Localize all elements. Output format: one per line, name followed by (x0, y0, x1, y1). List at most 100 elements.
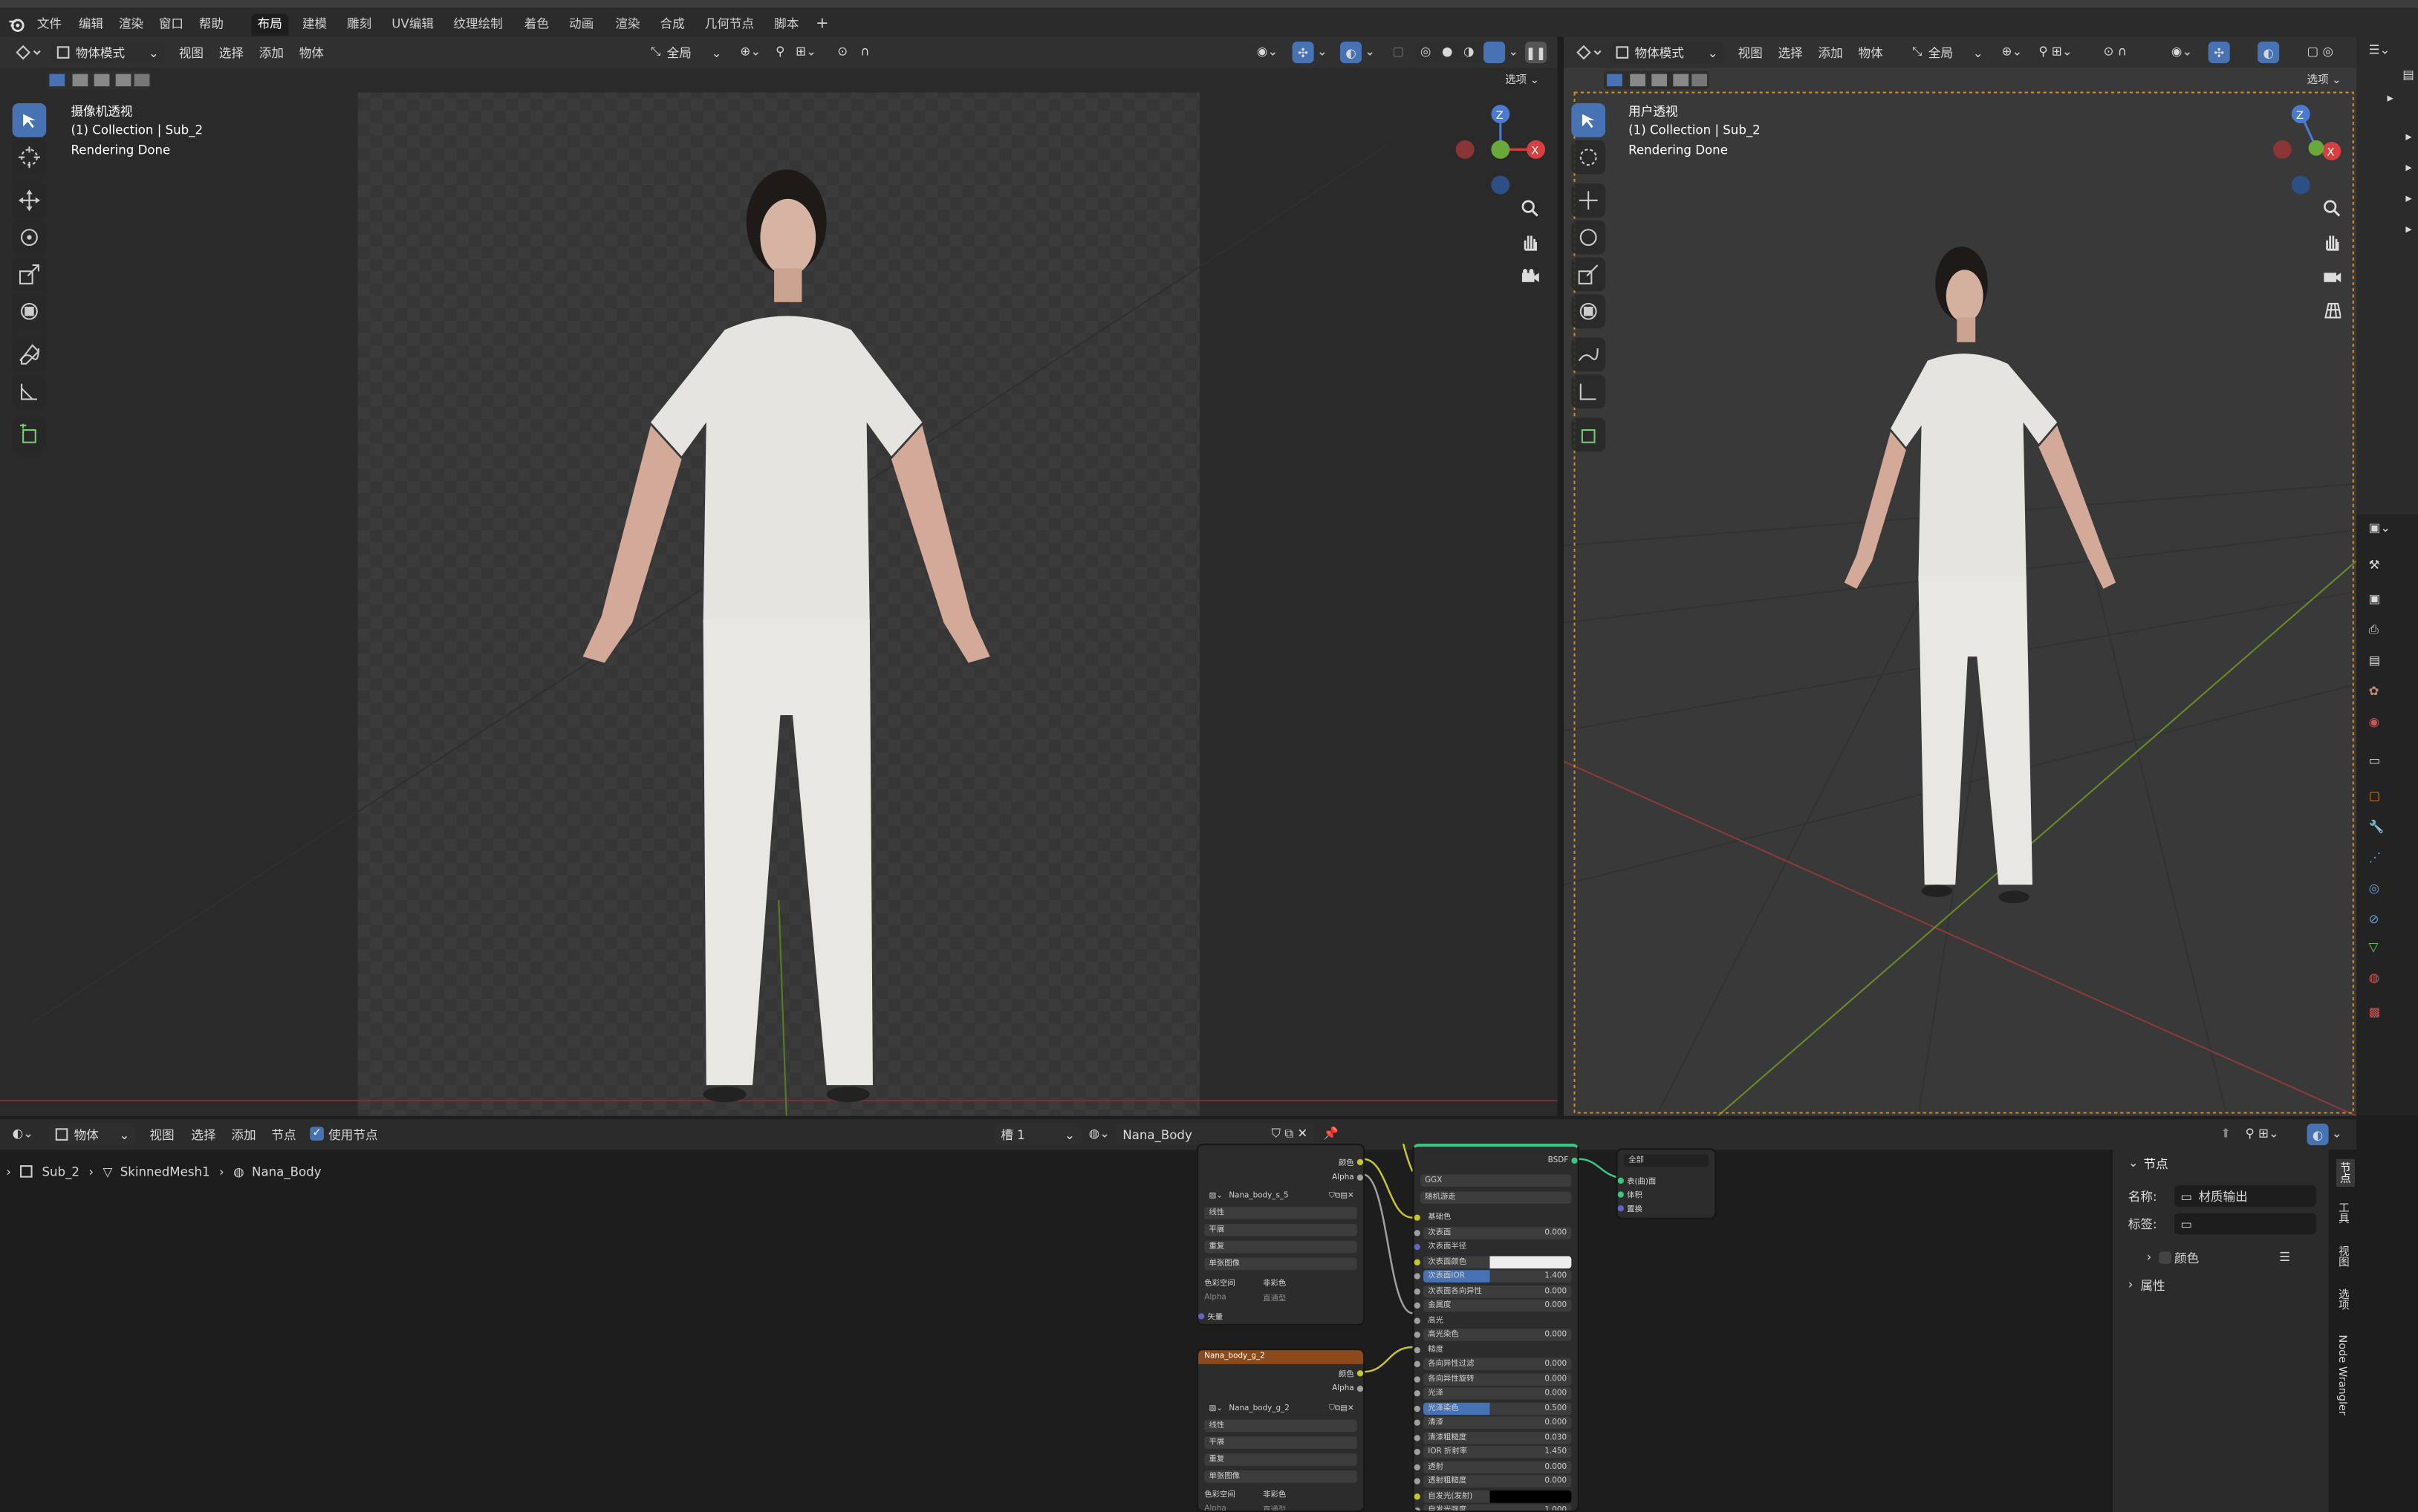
bsdf-input-row[interactable]: 次表面各向异性 0.000 (1423, 1284, 1572, 1297)
vector-input-socket[interactable] (1197, 1313, 1205, 1320)
projection-select[interactable]: 平展 (1204, 1436, 1357, 1449)
material-shading-icon[interactable]: ◑ (1463, 45, 1474, 59)
parent-node-icon[interactable]: ⬆ (2220, 1127, 2231, 1141)
bsdf-input-row[interactable]: 基础色 (1423, 1211, 1571, 1224)
tab-node-wrangler[interactable]: Node Wrangler (2336, 1335, 2349, 1415)
menu-add[interactable]: 添加 (231, 1127, 256, 1144)
bsdf-input-socket[interactable] (1414, 1493, 1420, 1499)
expand-arrow-icon[interactable]: ▸ (2405, 129, 2411, 143)
cursor-tool[interactable] (12, 140, 47, 175)
expand-arrow-icon[interactable]: › (2128, 1278, 2133, 1292)
constraints-icon[interactable]: ⊘ (2369, 913, 2379, 927)
visibility-icon[interactable]: ◉⌄ (2171, 45, 2192, 59)
tab-node[interactable]: 节点 (2336, 1159, 2355, 1187)
select-intersect-icon[interactable] (134, 74, 150, 87)
menu-render[interactable]: 渲染 (119, 16, 143, 33)
bsdf-input-row[interactable]: 高光染色 0.000 (1423, 1329, 1572, 1341)
material-properties-icon[interactable]: ◍ (2369, 971, 2379, 985)
rendered-shading-icon[interactable] (1483, 42, 1506, 64)
data-properties-icon[interactable]: ▽ (2369, 940, 2379, 954)
bsdf-input-row[interactable]: 光泽 0.000 (1423, 1386, 1572, 1400)
image-datablock[interactable]: ▨⌄ Nana_body_s_5 ⛉⧉▤✕ (1204, 1190, 1357, 1202)
principled-bsdf-node[interactable]: BSDF GGX 随机游走 基础色 次表面 0.000 次表面半径 次表面颜色 次表面IO… (1412, 1144, 1579, 1512)
menu-select[interactable]: 选择 (1778, 45, 1803, 62)
alpha-mode-value[interactable]: 直通型 (1263, 1293, 1286, 1303)
pause-render-icon[interactable]: ❚❚ (1525, 42, 1547, 64)
options-button[interactable]: 选项 ⌄ (2307, 73, 2341, 88)
bsdf-input-row[interactable]: 次表面IOR 1.400 (1423, 1270, 1572, 1283)
outliner-area[interactable]: ☰⌄ ▤ ▸ ▸ ▸ ▸ ▸ (2356, 36, 2418, 515)
move-tool[interactable] (12, 183, 47, 218)
falloff-icon[interactable]: ∩ (860, 45, 869, 59)
source-select[interactable]: 单张图像 (1204, 1257, 1357, 1271)
expand-arrow-icon[interactable]: ▸ (2405, 222, 2411, 236)
select-subtract-icon[interactable] (94, 74, 110, 87)
image-texture-node-2[interactable]: Nana_body_g_2 颜色 Alpha ▨⌄ Nana_body_g_2 ⛉⧉… (1196, 1349, 1365, 1512)
tab-rendering[interactable]: 渲染 (609, 14, 646, 36)
menu-select[interactable]: 选择 (219, 45, 244, 62)
material-slot-select[interactable]: 槽 1 ⌄ (994, 1124, 1082, 1146)
camera-view-icon[interactable] (1518, 264, 1542, 288)
menu-object[interactable]: 物体 (1858, 45, 1882, 62)
proportional-edit-icon[interactable]: ⊙ (837, 45, 848, 59)
bsdf-input-socket[interactable] (1414, 1419, 1420, 1426)
select-extend-icon[interactable] (1630, 74, 1645, 87)
bsdf-input-row[interactable]: 金属度 0.000 (1423, 1299, 1572, 1312)
alpha-output-socket[interactable] (1356, 1174, 1364, 1181)
menu-add[interactable]: 添加 (259, 45, 284, 62)
editor-type-icon[interactable]: ▣⌄ (2369, 521, 2391, 535)
texture-properties-icon[interactable]: ▩ (2369, 1005, 2381, 1019)
projection-select[interactable]: 平展 (1204, 1223, 1357, 1236)
bsdf-input-socket[interactable] (1414, 1302, 1420, 1309)
scale-tool[interactable] (1571, 257, 1606, 292)
bsdf-input-socket[interactable] (1414, 1404, 1420, 1412)
scene-properties-icon[interactable]: ✿ (2369, 685, 2379, 699)
volume-input-socket[interactable] (1617, 1191, 1624, 1198)
tool-properties-icon[interactable]: ⚒ (2369, 558, 2380, 572)
editor-type-icon[interactable]: ☰⌄ (2369, 43, 2391, 57)
tab-sculpting[interactable]: 雕刻 (341, 14, 378, 36)
bsdf-input-row[interactable]: 自发光强度 1.000 (1423, 1504, 1572, 1511)
character-model-front[interactable] (509, 160, 1064, 1116)
bsdf-input-row[interactable]: 糙度 (1423, 1343, 1571, 1356)
rotate-tool[interactable] (1571, 220, 1606, 255)
extension-select[interactable]: 重复 (1204, 1240, 1357, 1254)
snap-icon[interactable]: ⚲ ⊞⌄ (2038, 45, 2072, 59)
extension-select[interactable]: 重复 (1204, 1453, 1357, 1466)
subsurface-method-select[interactable]: 随机游走 (1420, 1191, 1572, 1204)
zoom-icon[interactable] (2319, 196, 2344, 221)
pivot-icon[interactable]: ⊕⌄ (2002, 45, 2023, 59)
ortho-grid-icon[interactable] (2319, 298, 2344, 322)
expand-arrow-icon[interactable]: › (2147, 1250, 2152, 1264)
bsdf-input-socket[interactable] (1414, 1463, 1420, 1470)
menu-select[interactable]: 选择 (191, 1127, 215, 1144)
navigation-gizmo[interactable]: Z X (1449, 102, 1551, 198)
select-invert-icon[interactable] (1673, 74, 1689, 87)
collapse-arrow-icon[interactable]: ⌄ (2128, 1156, 2139, 1170)
bsdf-input-socket[interactable] (1414, 1214, 1420, 1221)
tab-animation[interactable]: 动画 (563, 14, 600, 36)
bsdf-input-row[interactable]: 透射粗糙度 0.000 (1423, 1475, 1572, 1487)
transform-orientation-select[interactable]: ⤡ 全局 ⌄ (1906, 42, 1989, 63)
select-box-tool[interactable] (12, 103, 47, 137)
chevron-down-icon[interactable]: ⌄ (1317, 45, 1327, 59)
tab-shading[interactable]: 着色 (519, 14, 556, 36)
select-extend-icon[interactable] (72, 74, 88, 87)
collection-properties-icon[interactable]: ▭ (2369, 754, 2381, 768)
bsdf-output-socket[interactable] (1571, 1157, 1578, 1164)
visibility-icon[interactable]: ◉⌄ (1257, 45, 1278, 59)
tab-scripting[interactable]: 脚本 (768, 14, 805, 36)
color-output-socket[interactable] (1356, 1159, 1364, 1166)
menu-edit[interactable]: 编辑 (79, 16, 103, 33)
physics-icon[interactable]: ◎ (2369, 882, 2379, 896)
menu-help[interactable]: 帮助 (199, 16, 224, 33)
bsdf-input-socket[interactable] (1414, 1507, 1420, 1511)
interpolation-select[interactable]: 线性 (1204, 1419, 1357, 1433)
tab-layout[interactable]: 布局 (251, 13, 289, 36)
bsdf-input-socket[interactable] (1414, 1288, 1420, 1294)
properties-area[interactable]: ▣⌄ ⚒ ▣ ⎙ ▤ ✿ ◉ ▭ ▢ 🔧 ⋰ ◎ ⊘ ▽ ◍ ▩ (2356, 515, 2418, 1116)
camera-view-icon[interactable] (2319, 264, 2344, 288)
bsdf-input-socket[interactable] (1414, 1243, 1420, 1251)
bsdf-input-row[interactable]: 各向异性过滤 0.000 (1423, 1358, 1572, 1371)
mode-select[interactable]: 物体模式 ⌄ (1610, 42, 1724, 64)
